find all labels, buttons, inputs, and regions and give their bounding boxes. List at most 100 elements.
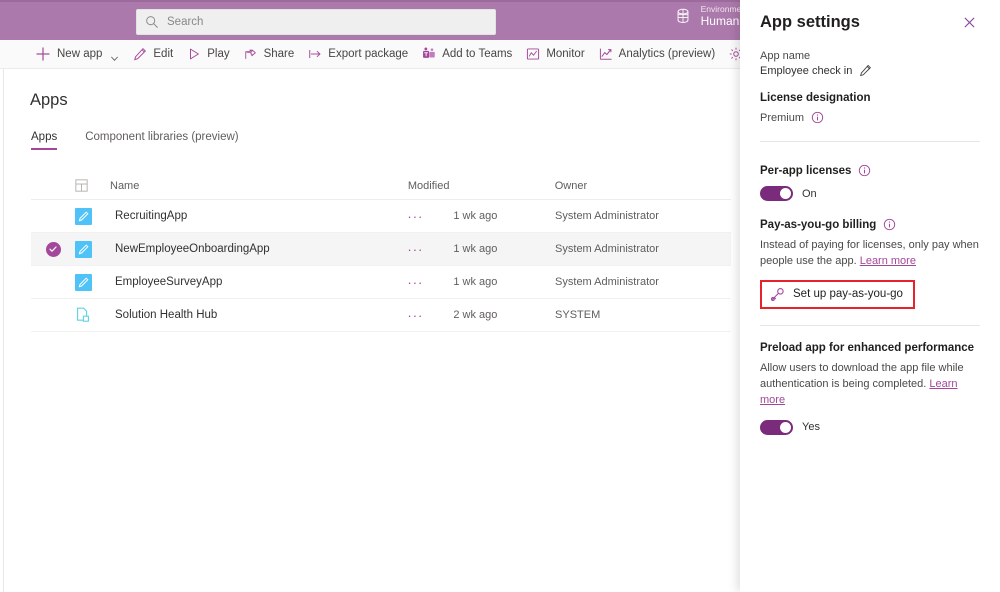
app-name-label: App name	[760, 50, 980, 62]
toggle-knob	[780, 422, 791, 433]
share-icon	[244, 47, 258, 61]
monitor-label: Monitor	[546, 48, 584, 60]
analytics-button[interactable]: Analytics (preview)	[592, 40, 723, 69]
payg-billing-heading: Pay-as-you-go billing	[760, 218, 980, 231]
row-owner: SYSTEM	[555, 309, 731, 321]
preload-app-description: Allow users to download the app file whi…	[760, 361, 980, 409]
per-app-licenses-toggle-label: On	[802, 188, 817, 200]
column-header-modified[interactable]: Modified	[408, 180, 555, 192]
row-owner: System Administrator	[555, 276, 731, 288]
apps-table: Name Modified Owner RecruitingApp	[31, 172, 731, 332]
share-label: Share	[264, 48, 295, 60]
close-icon	[963, 16, 976, 34]
analytics-label: Analytics (preview)	[619, 48, 716, 60]
search-input[interactable]: Search	[136, 9, 496, 35]
license-designation-label: License designation	[760, 92, 871, 104]
row-more-actions-button[interactable]: ···	[407, 275, 453, 290]
row-name-cell: NewEmployeeOnboardingApp	[75, 241, 407, 258]
row-more-actions-button[interactable]: ···	[407, 308, 453, 323]
column-options-icon[interactable]	[75, 179, 88, 192]
environment-globe-icon	[674, 7, 692, 27]
per-app-licenses-label: Per-app licenses	[760, 165, 851, 177]
column-header-owner[interactable]: Owner	[555, 180, 731, 192]
share-button[interactable]: Share	[237, 40, 302, 69]
power-apps-maker-portal: Search Environment Human Resources	[0, 0, 1000, 592]
left-navigation-rail	[0, 69, 4, 592]
tab-apps[interactable]: Apps	[31, 131, 57, 150]
preload-app-label: Preload app for enhanced performance	[760, 342, 974, 354]
new-app-button[interactable]: New app	[28, 40, 126, 69]
per-app-licenses-heading: Per-app licenses	[760, 164, 980, 177]
row-owner: System Administrator	[555, 243, 731, 255]
preload-app-heading: Preload app for enhanced performance	[760, 342, 980, 354]
column-header-name[interactable]: Name	[75, 179, 408, 192]
table-row[interactable]: EmployeeSurveyApp ··· 1 wk ago System Ad…	[31, 266, 731, 299]
main-content-area: Apps Apps Component libraries (preview) …	[5, 69, 740, 592]
row-app-name[interactable]: NewEmployeeOnboardingApp	[115, 243, 270, 255]
preload-app-toggle[interactable]	[760, 420, 793, 435]
row-app-name[interactable]: EmployeeSurveyApp	[115, 276, 222, 288]
tab-list: Apps Component libraries (preview)	[31, 131, 239, 150]
license-designation-value-row: Premium	[760, 111, 980, 124]
row-name-cell: Solution Health Hub	[75, 307, 407, 324]
add-to-teams-button[interactable]: Add to Teams	[415, 40, 519, 69]
column-header-name-label: Name	[110, 180, 139, 192]
row-app-name[interactable]: Solution Health Hub	[115, 309, 217, 321]
play-label: Play	[207, 48, 229, 60]
monitor-button[interactable]: Monitor	[519, 40, 591, 69]
pencil-icon[interactable]	[859, 64, 872, 77]
row-modified: 1 wk ago	[453, 276, 555, 288]
table-header-row: Name Modified Owner	[31, 172, 731, 200]
row-more-actions-button[interactable]: ···	[407, 209, 453, 224]
info-circle-icon[interactable]	[858, 164, 871, 177]
row-more-actions-button[interactable]: ···	[407, 242, 453, 257]
table-row[interactable]: NewEmployeeOnboardingApp ··· 1 wk ago Sy…	[31, 233, 731, 266]
app-name-row: Employee check in	[760, 64, 980, 77]
panel-title: App settings	[760, 13, 860, 32]
row-app-name[interactable]: RecruitingApp	[115, 210, 187, 222]
row-modified: 2 wk ago	[453, 309, 555, 321]
panel-header: App settings	[760, 0, 980, 36]
canvas-app-icon	[75, 208, 92, 225]
payg-billing-description: Instead of paying for licenses, only pay…	[760, 238, 980, 270]
analytics-line-icon	[599, 47, 613, 61]
search-icon	[145, 15, 159, 29]
row-modified: 1 wk ago	[453, 243, 555, 255]
app-name-value: Employee check in	[760, 65, 852, 77]
page-title: Apps	[30, 91, 68, 110]
app-settings-panel: App settings App name Employee check in	[740, 0, 1000, 592]
export-package-button[interactable]: Export package	[301, 40, 415, 69]
checkmark-icon	[46, 242, 61, 257]
row-name-cell: EmployeeSurveyApp	[75, 274, 407, 291]
row-select-checkbox[interactable]	[31, 242, 75, 257]
new-app-label: New app	[57, 48, 102, 60]
close-button[interactable]	[958, 14, 980, 36]
play-triangle-icon	[187, 47, 201, 61]
add-to-teams-label: Add to Teams	[442, 48, 512, 60]
export-package-label: Export package	[328, 48, 408, 60]
payg-learn-more-link[interactable]: Learn more	[860, 255, 916, 267]
table-row[interactable]: RecruitingApp ··· 1 wk ago System Admini…	[31, 200, 731, 233]
pencil-icon	[133, 47, 147, 61]
preload-app-toggle-row: Yes	[760, 420, 980, 435]
search-placeholder: Search	[167, 16, 203, 28]
toggle-knob	[780, 188, 791, 199]
plus-icon	[35, 46, 51, 62]
license-designation-value: Premium	[760, 112, 804, 124]
info-circle-icon[interactable]	[883, 218, 896, 231]
teams-icon	[422, 47, 436, 61]
monitor-chart-icon	[526, 47, 540, 61]
tab-component-libraries[interactable]: Component libraries (preview)	[85, 131, 238, 150]
info-circle-icon[interactable]	[811, 111, 824, 124]
setup-payg-button[interactable]: Set up pay-as-you-go	[760, 280, 915, 309]
play-button[interactable]: Play	[180, 40, 236, 69]
canvas-app-icon	[75, 274, 92, 291]
divider	[760, 141, 980, 142]
setup-payg-label: Set up pay-as-you-go	[793, 288, 903, 300]
payg-billing-label: Pay-as-you-go billing	[760, 219, 876, 231]
per-app-licenses-toggle[interactable]	[760, 186, 793, 201]
edit-label: Edit	[153, 48, 173, 60]
table-row[interactable]: Solution Health Hub ··· 2 wk ago SYSTEM	[31, 299, 731, 332]
divider	[760, 325, 980, 326]
edit-button[interactable]: Edit	[126, 40, 180, 69]
